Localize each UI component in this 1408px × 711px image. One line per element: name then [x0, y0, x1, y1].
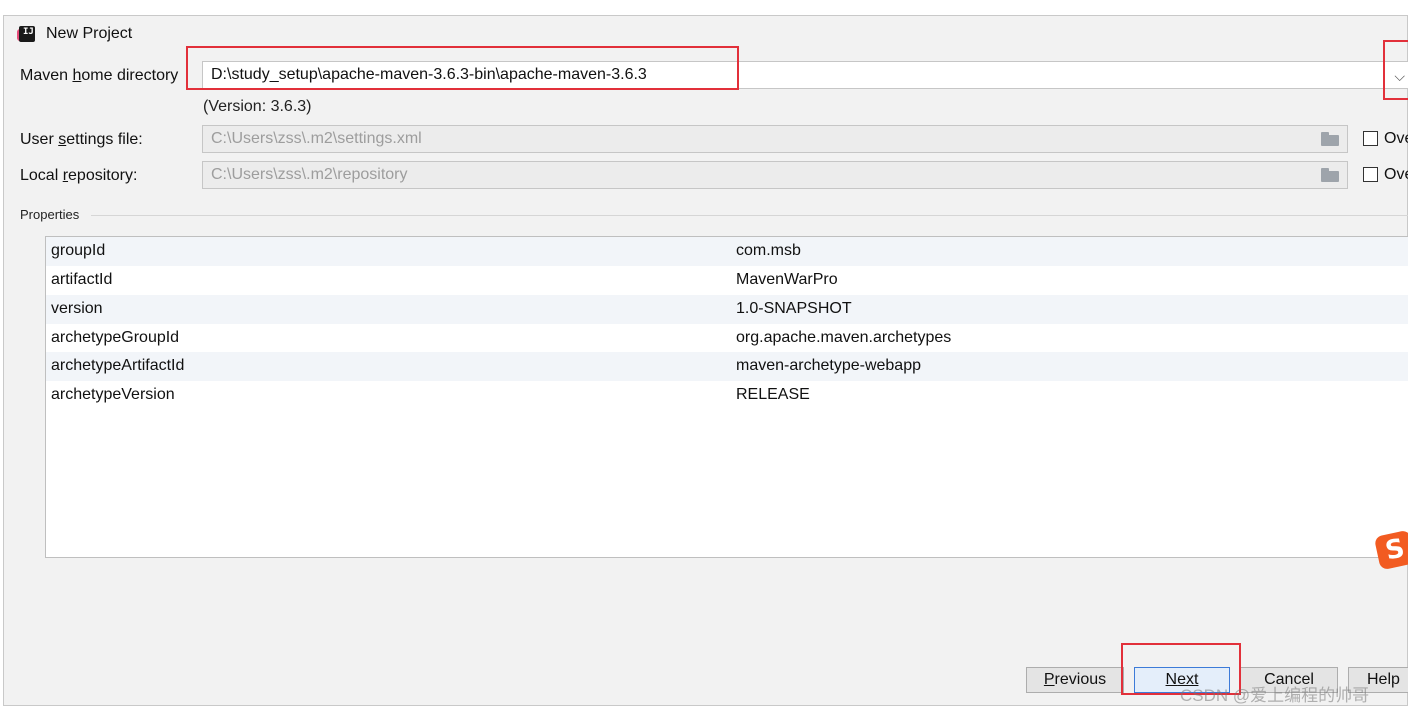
override-settings-label: Ove [1384, 130, 1408, 147]
property-value[interactable]: RELEASE [736, 386, 810, 404]
new-project-dialog: IJ New Project Maven home directory D:\s… [3, 15, 1408, 706]
csdn-watermark: CSDN @爱上编程的帅哥 [1180, 686, 1370, 705]
property-value[interactable]: org.apache.maven.archetypes [736, 329, 951, 347]
override-settings-checkbox[interactable] [1363, 131, 1378, 146]
local-repository-value: C:\Users\zss\.m2\repository [211, 166, 408, 183]
properties-divider [91, 215, 1408, 216]
user-settings-value: C:\Users\zss\.m2\settings.xml [211, 130, 422, 147]
table-row[interactable]: groupId com.msb [46, 237, 1408, 266]
user-settings-field[interactable]: C:\Users\zss\.m2\settings.xml [202, 125, 1348, 153]
property-value[interactable]: 1.0-SNAPSHOT [736, 300, 852, 318]
maven-home-label: Maven home directory [20, 67, 179, 84]
property-key: groupId [51, 242, 106, 259]
property-value[interactable]: maven-archetype-webapp [736, 357, 921, 375]
override-repository-label: Ove [1384, 166, 1408, 183]
property-value[interactable]: MavenWarPro [736, 271, 838, 289]
property-key: archetypeArtifactId [51, 357, 185, 374]
sogou-ime-icon[interactable]: S [1373, 529, 1408, 571]
table-row[interactable]: archetypeVersion RELEASE [46, 381, 1408, 410]
user-settings-label: User settings file: [20, 131, 143, 148]
property-key: archetypeVersion [51, 386, 175, 403]
override-repository-checkbox[interactable] [1363, 167, 1378, 182]
local-repository-field[interactable]: C:\Users\zss\.m2\repository [202, 161, 1348, 189]
property-key: artifactId [51, 271, 113, 288]
maven-version-text: (Version: 3.6.3) [203, 98, 312, 115]
properties-table[interactable]: groupId com.msb artifactId MavenWarPro v… [45, 236, 1408, 558]
previous-button[interactable]: Previous [1026, 667, 1124, 693]
local-repository-label: Local repository: [20, 167, 138, 184]
chevron-down-icon[interactable]: ⌵ [1394, 68, 1405, 85]
properties-section-title: Properties [20, 207, 80, 222]
table-row[interactable]: artifactId MavenWarPro [46, 266, 1408, 295]
folder-icon[interactable] [1321, 168, 1339, 182]
property-key: version [51, 300, 103, 317]
table-row[interactable]: version 1.0-SNAPSHOT [46, 295, 1408, 324]
table-row[interactable]: archetypeArtifactId maven-archetype-weba… [46, 352, 1408, 381]
maven-home-combobox[interactable]: D:\study_setup\apache-maven-3.6.3-bin\ap… [202, 61, 1408, 89]
folder-icon[interactable] [1321, 132, 1339, 146]
intellij-app-icon: IJ [17, 25, 36, 43]
property-value[interactable]: com.msb [736, 242, 801, 260]
window-title: New Project [46, 25, 133, 42]
property-key: archetypeGroupId [51, 329, 180, 346]
maven-home-value: D:\study_setup\apache-maven-3.6.3-bin\ap… [211, 66, 647, 83]
table-row[interactable]: archetypeGroupId org.apache.maven.archet… [46, 324, 1408, 353]
title-bar: IJ New Project [17, 23, 133, 45]
